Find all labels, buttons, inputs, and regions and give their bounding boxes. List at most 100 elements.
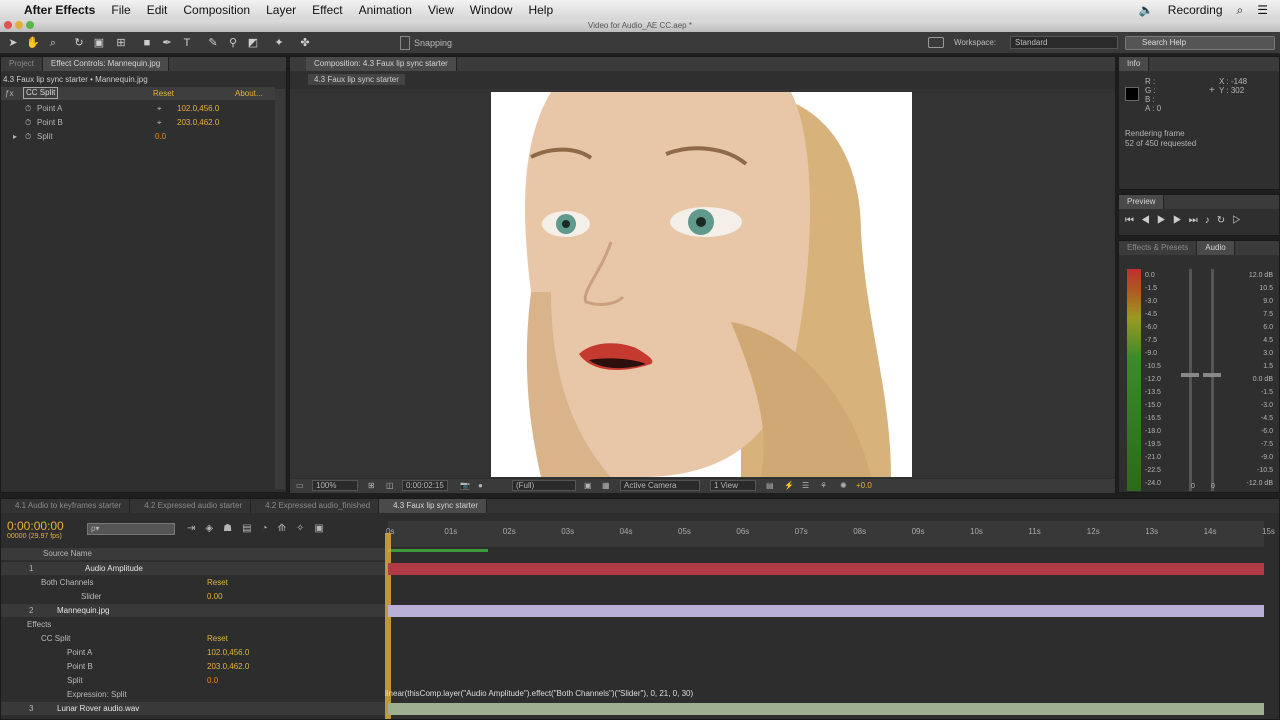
search-help-input[interactable]: Search Help (1125, 36, 1275, 50)
layer-row[interactable]: CC Split Reset (1, 632, 385, 645)
current-time-display[interactable]: 0:00:02:15 (402, 480, 448, 491)
tab-timeline-4-2[interactable]: 4.2 Expressed audio starter (130, 499, 252, 513)
layer-row[interactable]: Split 0.0 (1, 674, 385, 687)
crosshair-icon[interactable]: ⌖ (157, 102, 162, 115)
list-icon[interactable]: ☰ (1257, 3, 1268, 17)
layer-bar-mannequin[interactable] (388, 605, 1264, 617)
menu-animation[interactable]: Animation (351, 0, 420, 20)
timeline-search-input[interactable]: ρ▾ (87, 523, 175, 535)
eraser-tool-icon[interactable]: ◩ (246, 36, 260, 50)
timeline-menu-icon[interactable]: ▣ (314, 523, 333, 534)
motion-blur-icon[interactable]: ◔ (262, 523, 278, 534)
layer-row[interactable]: Point A 102.0,456.0 (1, 646, 385, 659)
timeline-icon[interactable]: ☰ (802, 481, 809, 490)
show-channel-icon[interactable]: ● (478, 481, 483, 490)
expand-triangle-icon[interactable]: ▸ (13, 130, 17, 143)
frame-blending-icon[interactable]: ▤ (242, 523, 261, 534)
zoom-window-icon[interactable] (26, 21, 34, 29)
loop-icon[interactable]: ↻ (1217, 215, 1232, 226)
draft-3d-icon[interactable]: ◈ (205, 523, 223, 534)
menu-after-effects[interactable]: After Effects (16, 0, 103, 20)
always-preview-icon[interactable]: ▭ (296, 481, 304, 490)
layer-bar-audio-amplitude[interactable] (388, 563, 1264, 575)
type-tool-icon[interactable]: T (180, 36, 194, 50)
tab-timeline-4-1[interactable]: 4.1 Audio to keyframes starter (1, 499, 131, 513)
stopwatch-icon[interactable]: ⏱ (25, 102, 31, 115)
layer-value[interactable]: Reset (207, 576, 228, 589)
tab-timeline-4-2-finished[interactable]: 4.2 Expressed audio_finished (251, 499, 380, 513)
pen-tool-icon[interactable]: ✒ (160, 36, 174, 50)
mask-visibility-icon[interactable]: ◫ (386, 481, 394, 490)
right-slider-track[interactable] (1211, 269, 1214, 491)
menu-layer[interactable]: Layer (258, 0, 304, 20)
menu-composition[interactable]: Composition (175, 0, 258, 20)
zoom-tool-icon[interactable]: ⌕ (46, 36, 60, 50)
tab-info[interactable]: Info (1119, 57, 1150, 71)
menu-edit[interactable]: Edit (139, 0, 176, 20)
tab-effect-controls[interactable]: Effect Controls: Mannequin.jpg (42, 57, 170, 71)
layer-row[interactable]: Slider 0.00 (1, 590, 385, 603)
flowchart-icon[interactable]: ⚘ (820, 481, 827, 490)
camera-tool-icon[interactable]: ▣ (92, 36, 106, 50)
time-ruler[interactable]: 0s 01s 02s 03s 04s 05s 06s 07s 08s 09s 10s 11s 12s 13… (386, 521, 1275, 547)
rotation-tool-icon[interactable]: ↻ (72, 36, 86, 50)
menu-view[interactable]: View (420, 0, 462, 20)
layer-row[interactable]: 1 Audio Amplitude (1, 562, 385, 575)
rectangle-tool-icon[interactable]: ■ (140, 36, 154, 50)
selection-tool-icon[interactable]: ➤ (6, 36, 20, 50)
layer-value[interactable]: 102.0,456.0 (207, 646, 249, 659)
layer-bar-lunar-rover[interactable] (388, 703, 1264, 715)
layer-value[interactable]: 0.00 (207, 590, 223, 603)
region-of-interest-icon[interactable]: ▣ (584, 481, 592, 490)
right-volume-slider[interactable] (1203, 373, 1221, 377)
effect-row-cc-split[interactable]: ƒx CC Split Reset About... (1, 87, 275, 100)
brush-tool-icon[interactable]: ✎ (206, 36, 220, 50)
scrollbar[interactable] (275, 89, 285, 489)
layer-row[interactable]: Point B 203.0,462.0 (1, 660, 385, 673)
tab-effects-presets[interactable]: Effects & Presets (1119, 241, 1198, 255)
crosshair-icon[interactable]: ⌖ (157, 116, 162, 129)
snapping-checkbox[interactable] (400, 36, 410, 50)
toggle-pixel-aspect-icon[interactable]: ▤ (766, 481, 774, 490)
comp-subtab[interactable]: 4.3 Faux lip sync starter (308, 74, 405, 85)
snapshot-icon[interactable]: 📷 (460, 481, 470, 490)
close-window-icon[interactable] (4, 21, 12, 29)
viewer-area[interactable] (290, 89, 1115, 478)
fast-previews-icon[interactable]: ⚡ (784, 481, 794, 490)
tab-timeline-4-3[interactable]: 4.3 Faux lip sync starter (379, 499, 488, 513)
workspace-select[interactable]: Standard (1010, 36, 1118, 49)
layer-value[interactable]: Reset (207, 632, 228, 645)
param-value[interactable]: 102.0,456.0 (177, 102, 219, 115)
left-volume-slider[interactable] (1181, 373, 1199, 377)
stopwatch-icon[interactable]: ⏱ (25, 116, 31, 129)
layer-value[interactable]: 203.0,462.0 (207, 660, 249, 673)
source-name-header[interactable]: Source Name (43, 549, 92, 558)
exposure-icon[interactable]: ✺ (840, 481, 847, 490)
brainstorm-icon[interactable]: ✧ (296, 523, 314, 534)
fx-icon[interactable]: ƒx (5, 87, 13, 100)
clone-stamp-tool-icon[interactable]: ⚲ (226, 36, 240, 50)
left-slider-track[interactable] (1189, 269, 1192, 491)
last-frame-icon[interactable]: ⏭ (1189, 215, 1205, 226)
roto-brush-tool-icon[interactable]: ✦ (272, 36, 286, 50)
play-icon[interactable]: ▶ (1157, 215, 1173, 226)
exposure-value[interactable]: +0.0 (856, 481, 872, 490)
tab-audio[interactable]: Audio (1197, 241, 1235, 255)
workspace-icon[interactable] (928, 37, 944, 48)
hand-tool-icon[interactable]: ✋ (26, 36, 40, 50)
tab-project[interactable]: Project (1, 57, 43, 71)
recording-status[interactable]: Recording (1168, 3, 1223, 17)
param-value[interactable]: 0.0 (155, 130, 166, 143)
param-value[interactable]: 203.0,462.0 (177, 116, 219, 129)
tab-composition[interactable]: Composition: 4.3 Faux lip sync starter (306, 57, 457, 71)
shy-icon[interactable]: ☗ (223, 523, 242, 534)
tab-preview[interactable]: Preview (1119, 195, 1165, 209)
menu-window[interactable]: Window (462, 0, 521, 20)
volume-icon[interactable]: 🔈 (1139, 3, 1154, 17)
layer-row[interactable]: 3 Lunar Rover audio.wav (1, 702, 385, 715)
layer-row[interactable]: Both Channels Reset (1, 576, 385, 589)
grid-icon[interactable]: ⊞ (368, 481, 375, 490)
layer-row[interactable]: Expression: Split (1, 688, 385, 701)
layer-row[interactable]: Effects (1, 618, 385, 631)
audio-icon[interactable]: ♪ (1205, 215, 1217, 226)
